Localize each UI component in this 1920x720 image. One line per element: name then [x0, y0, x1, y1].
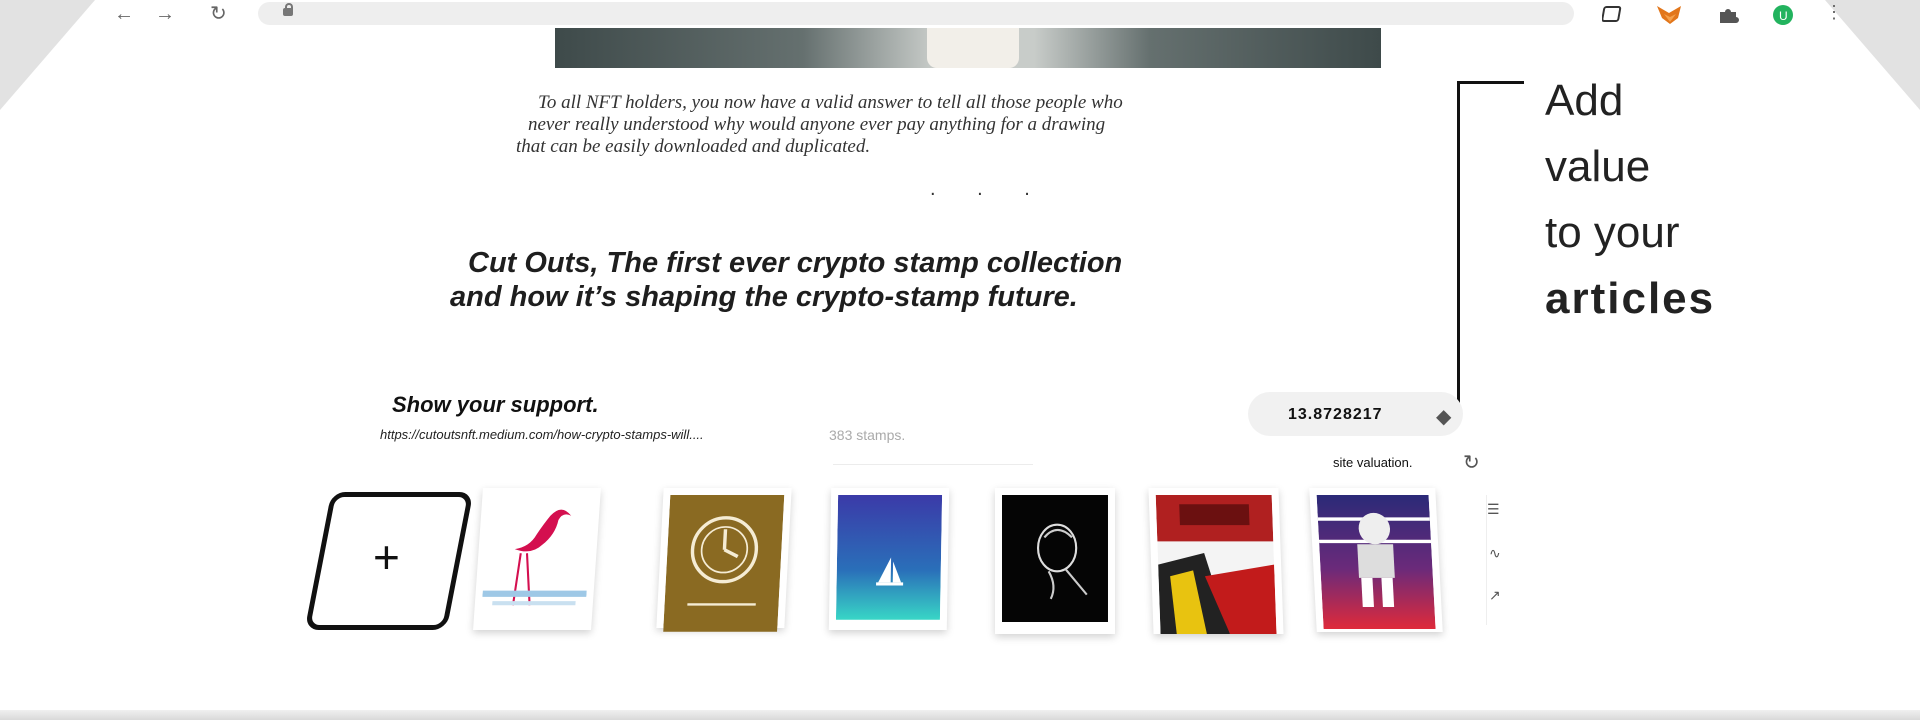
stamp-sailboat[interactable]	[828, 488, 950, 630]
support-title: Show your support.	[392, 392, 599, 417]
external-link-icon[interactable]: ↗	[1489, 587, 1501, 604]
lock-icon	[283, 3, 293, 16]
statue-head-icon	[1002, 495, 1108, 623]
headline-line: and how it’s shaping the crypto-stamp fu…	[450, 281, 1078, 313]
metamask-fox-icon[interactable]	[1655, 4, 1685, 26]
stamp-clock[interactable]	[656, 488, 792, 632]
article-headline[interactable]: Cut Outs, The first ever crypto stamp co…	[450, 246, 1410, 314]
annotation-line: value	[1545, 142, 1651, 191]
annotation-callout: Add value to your articles	[1545, 68, 1715, 332]
chart-trend-icon[interactable]: ∿	[1489, 545, 1501, 562]
stamp-abstract[interactable]	[1148, 488, 1284, 635]
address-bar[interactable]	[258, 2, 1574, 25]
section-separator: . . .	[930, 178, 1048, 200]
plus-icon: +	[373, 531, 400, 583]
browser-menu-icon[interactable]: ⋮	[1825, 0, 1843, 24]
annotation-bold-line: articles	[1545, 274, 1716, 323]
stamp-astronaut[interactable]	[1309, 488, 1443, 632]
annotation-connector-vertical	[1457, 82, 1460, 422]
annotation-line: Add	[1545, 76, 1624, 125]
site-valuation-label: site valuation.	[1333, 455, 1413, 470]
article-url[interactable]: https://cutoutsnft.medium.com/how-crypto…	[380, 427, 704, 442]
reload-icon[interactable]: ↻	[210, 2, 227, 26]
annotation-line: to your	[1545, 208, 1680, 257]
profile-avatar[interactable]: U	[1771, 4, 1797, 26]
forward-arrow-icon[interactable]: →	[155, 2, 175, 26]
valuation-value: 13.8728217	[1288, 406, 1383, 423]
ethereum-icon: ◆	[1436, 406, 1452, 428]
article-body-line: that can be easily downloaded and duplic…	[516, 136, 871, 157]
astronaut-icon	[1316, 495, 1436, 630]
list-icon[interactable]: ☰	[1487, 501, 1500, 518]
flamingo-icon	[480, 495, 594, 620]
svg-text:U: U	[1779, 9, 1788, 23]
headline-line: Cut Outs, The first ever crypto stamp co…	[468, 247, 1123, 279]
stamp-side-toolbar: ☰ ∿ ↗	[1486, 495, 1521, 625]
stamp-flamingo[interactable]	[473, 488, 601, 630]
stamp-count: 383 stamps.	[829, 427, 906, 443]
refresh-icon[interactable]: ↻	[1463, 450, 1480, 475]
sailboat-icon	[835, 495, 943, 620]
article-body-line: To all NFT holders, you now have a valid…	[538, 92, 1123, 113]
annotation-connector-horizontal	[1457, 81, 1524, 84]
clock-icon	[663, 495, 785, 632]
article-body-line: never really understood why would anyone…	[528, 114, 1106, 135]
hero-figure	[927, 28, 1019, 68]
divider	[833, 464, 1033, 465]
page-corner-shade-left	[0, 0, 95, 110]
extensions-puzzle-icon[interactable]	[1716, 4, 1740, 26]
tab-icon[interactable]	[1602, 4, 1626, 24]
stamp-statue[interactable]	[995, 488, 1115, 634]
back-arrow-icon[interactable]: ←	[114, 2, 134, 26]
abstract-collage-icon	[1155, 495, 1277, 635]
article-hero-image	[555, 28, 1381, 68]
page-bottom-shade	[0, 710, 1920, 720]
browser-toolbar: ← → ↻ U ⋮	[100, 0, 1850, 30]
article-body-paragraph: To all NFT holders, you now have a valid…	[516, 92, 1416, 158]
